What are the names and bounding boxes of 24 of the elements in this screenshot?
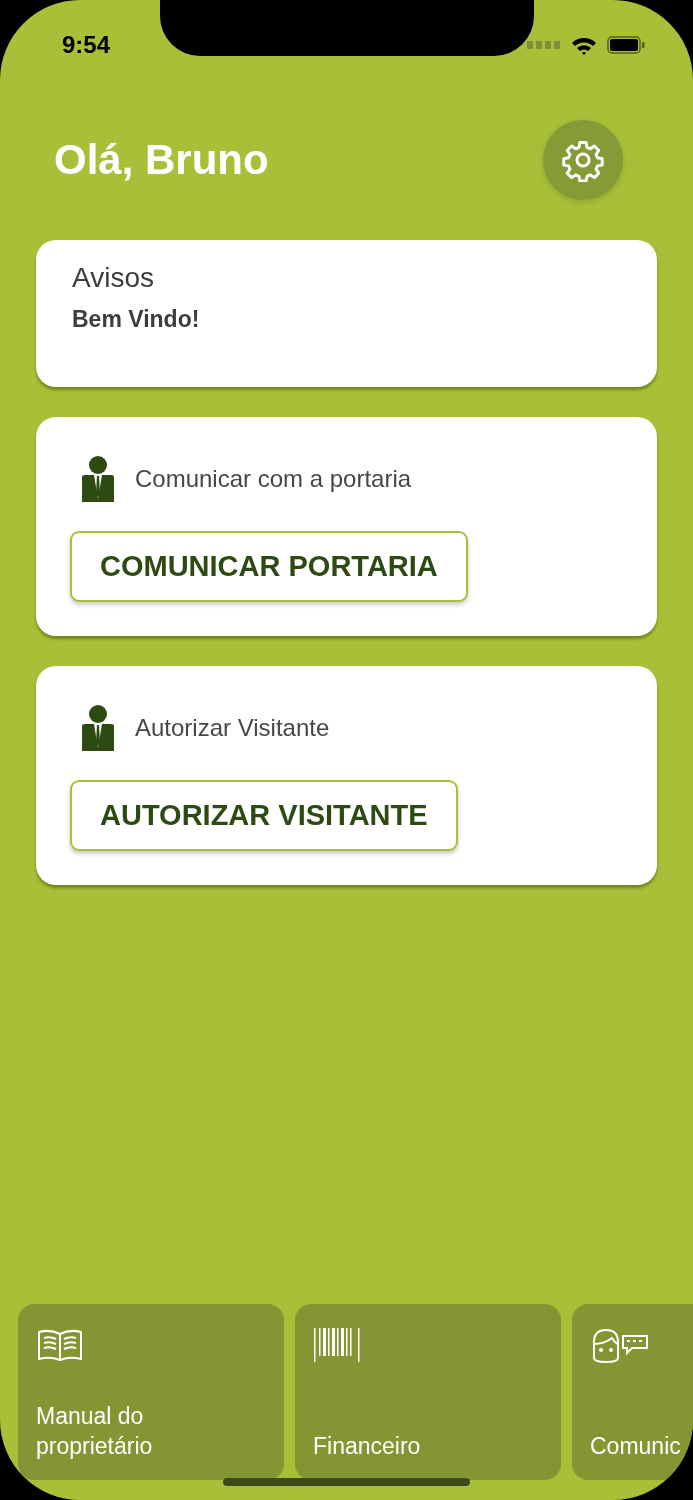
- shortcut-label: Manual do proprietário: [36, 1402, 154, 1462]
- action-label: Autorizar Visitante: [135, 714, 330, 742]
- shortcut-label: Comunic: [590, 1432, 681, 1462]
- person-icon: [80, 455, 116, 503]
- shortcut-tile[interactable]: Comunic: [572, 1304, 693, 1480]
- book-icon: [36, 1328, 84, 1362]
- support-chat-icon: [590, 1328, 650, 1364]
- notice-title: Avisos: [72, 262, 155, 294]
- battery-icon: [607, 36, 645, 54]
- settings-button[interactable]: [543, 120, 623, 200]
- greeting-title: Olá, Bruno: [54, 136, 269, 184]
- signal-icon: [527, 41, 561, 49]
- shortcut-tile[interactable]: Financeiro: [295, 1304, 561, 1480]
- notice-message: Bem Vindo!: [72, 306, 201, 333]
- gear-icon: [561, 138, 605, 182]
- person-icon: [80, 704, 116, 752]
- action-button[interactable]: AUTORIZAR VISITANTE: [70, 780, 458, 851]
- action-button[interactable]: COMUNICAR PORTARIA: [70, 531, 468, 602]
- shortcut-tile[interactable]: Manual do proprietário: [18, 1304, 284, 1480]
- action-label: Comunicar com a portaria: [135, 465, 412, 493]
- wifi-icon: [571, 35, 597, 55]
- status-time: 9:54: [62, 31, 111, 59]
- barcode-icon: [313, 1328, 361, 1362]
- shortcut-label: Financeiro: [313, 1432, 421, 1462]
